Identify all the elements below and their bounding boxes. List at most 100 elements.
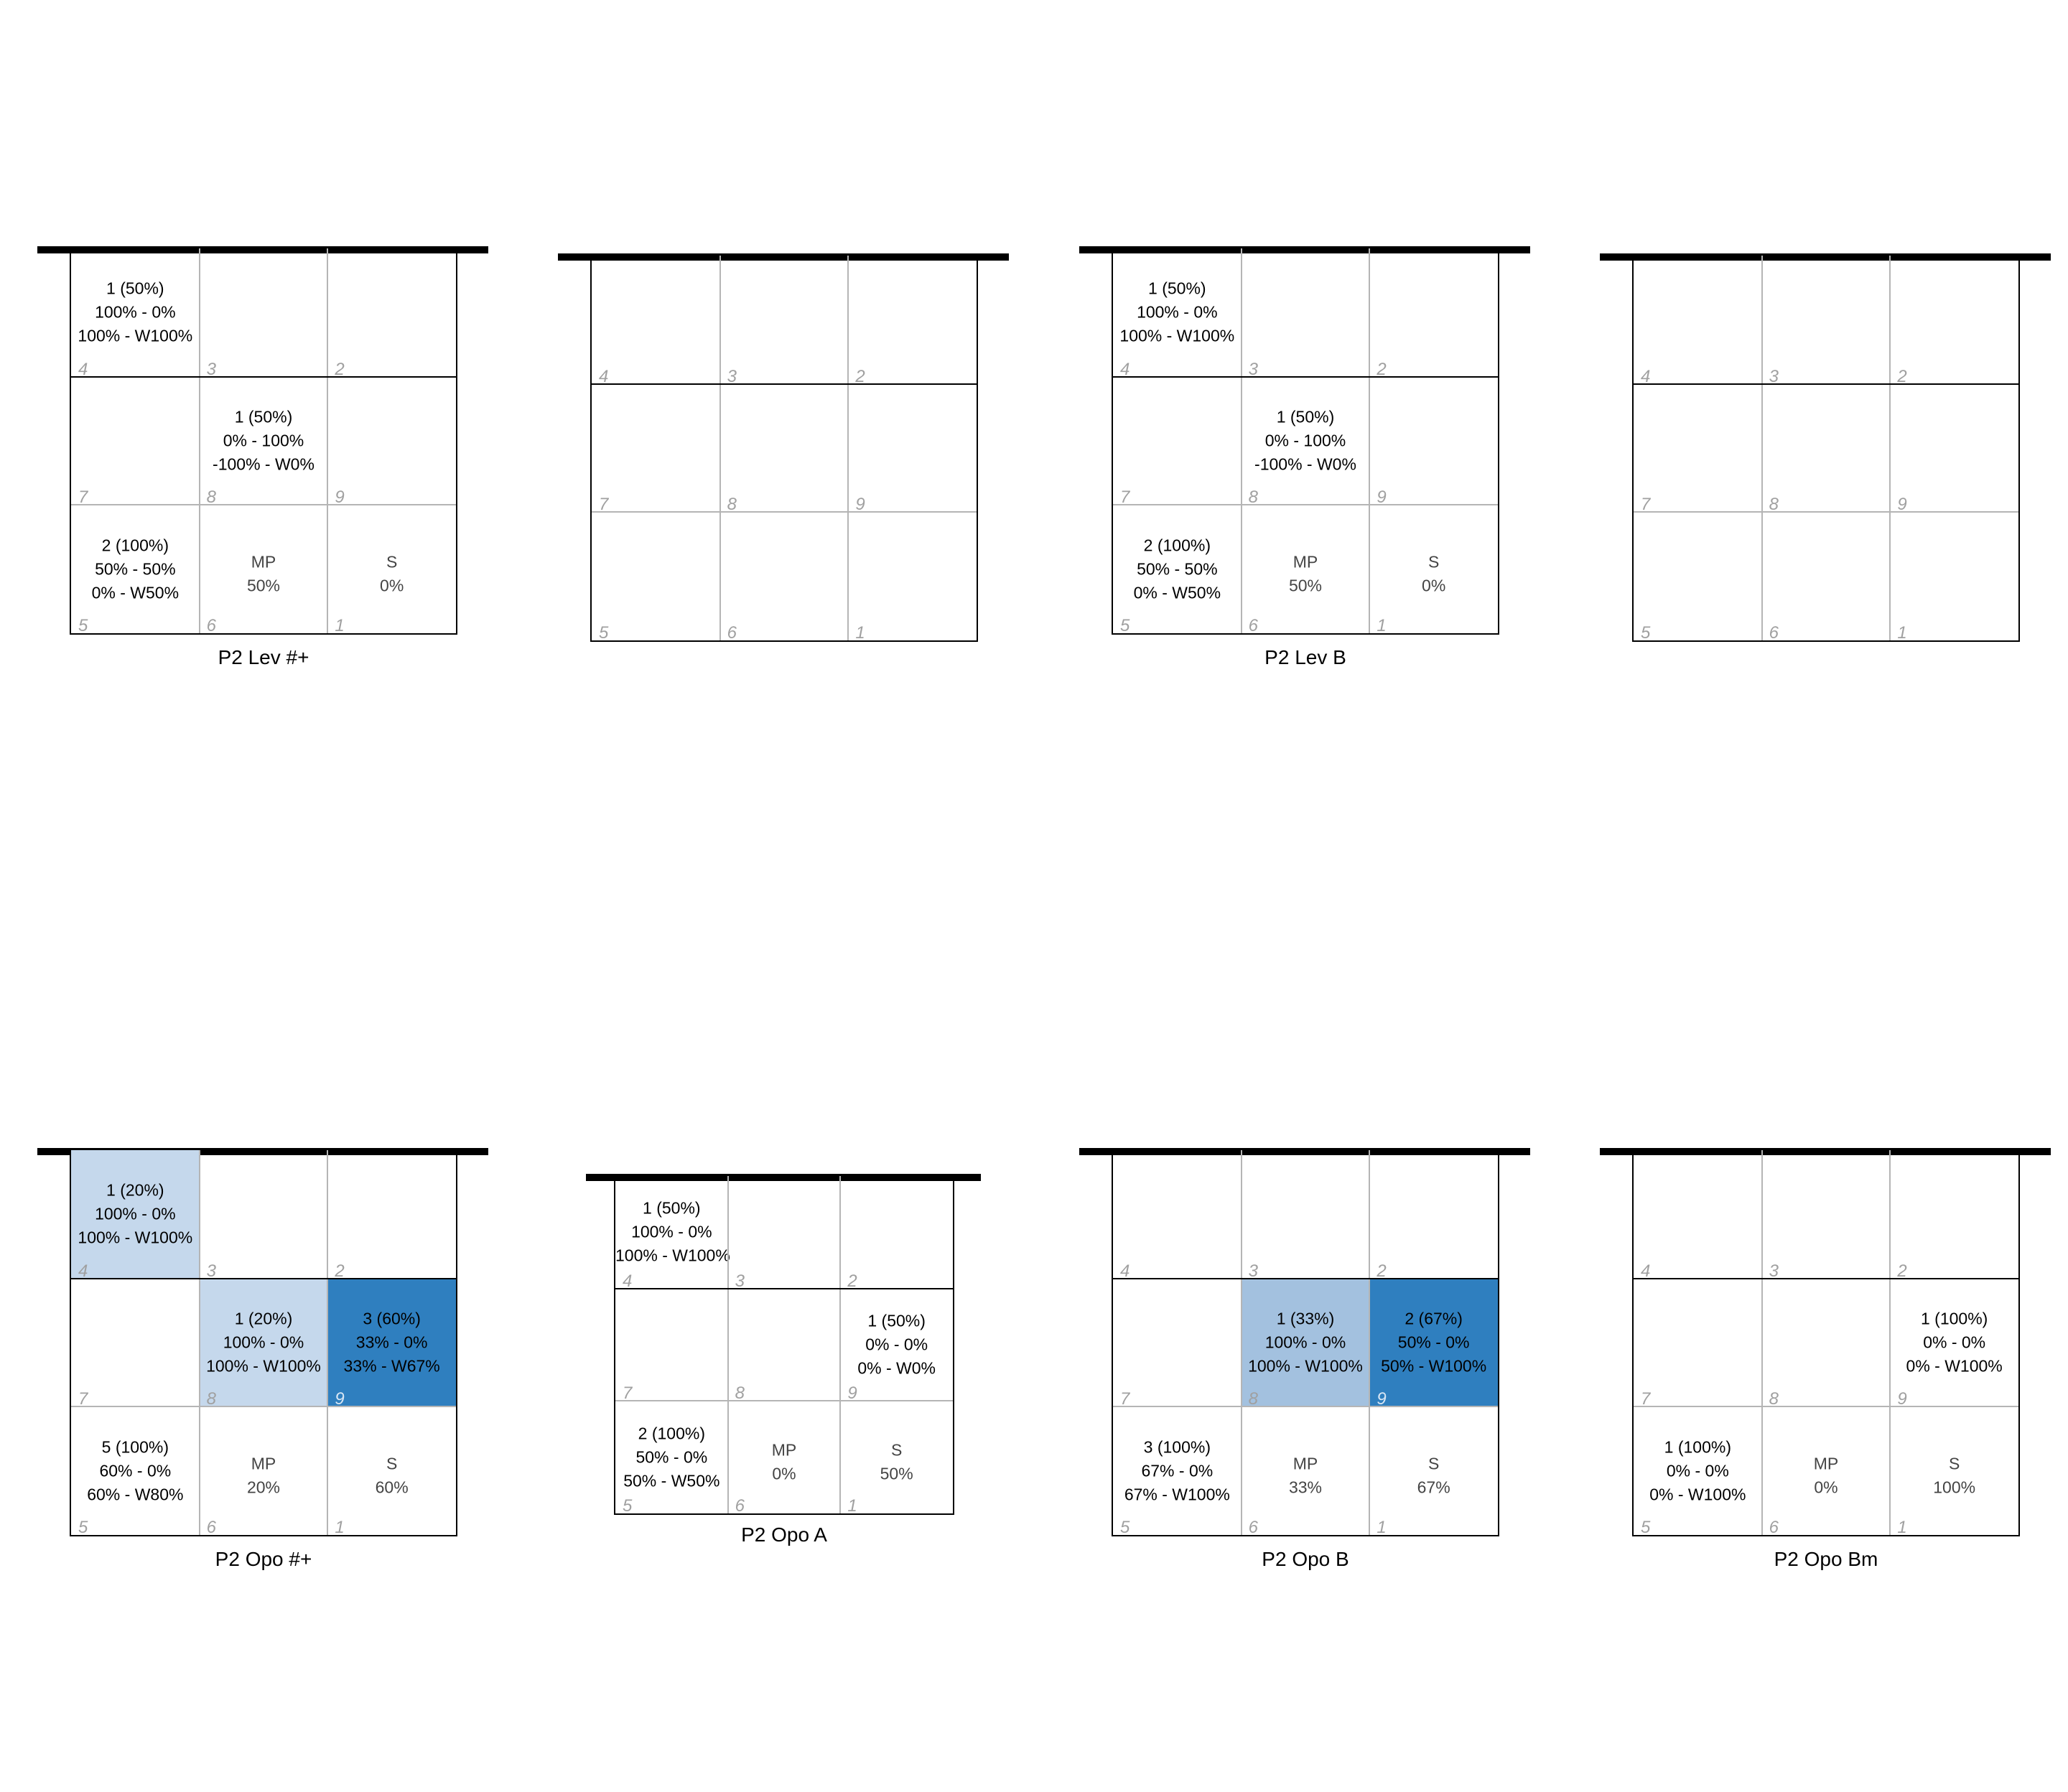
zone-stat-line: 3 (100%) <box>1143 1437 1211 1457</box>
zone-stat-line: MP <box>251 552 276 571</box>
zone-cell-4: 4 <box>592 256 720 386</box>
zone-stat-line: MP <box>771 1440 797 1460</box>
zone-stat-line: 100% - 0% <box>95 302 176 322</box>
zone-cell-6: MP 33% 6 <box>1242 1406 1370 1537</box>
zone-cell-6: MP 50% 6 <box>1242 505 1370 635</box>
zone-cell-5: 2 (100%) 50% - 0% 50% - W50% 5 <box>615 1401 728 1516</box>
zone-stat-line: 0% - W100% <box>1906 1356 2003 1376</box>
court-grid: 432781 (100%) 0% - 0% 0% - W100% 9 1 (100%) 0… <box>1632 1149 2020 1537</box>
zone-stats: MP 50% <box>1242 550 1370 597</box>
zone-cell-3: 3 <box>1242 248 1370 379</box>
zone-cell-4: 4 <box>1634 1150 1762 1281</box>
zone-stat-line: S <box>890 1440 903 1460</box>
zone-stats: 1 (33%) 100% - 0% 100% - W100% <box>1242 1307 1370 1378</box>
zone-cell-3: 3 <box>200 248 328 379</box>
zone-stat-line: 2 (100%) <box>101 536 169 555</box>
grid-divider <box>1889 1150 1891 1535</box>
zone-stats: 3 (100%) 67% - 0% 67% - W100% <box>1113 1435 1242 1506</box>
zone-stat-line: 50% - 50% <box>1137 559 1218 579</box>
zone-stats: S 60% <box>327 1452 456 1499</box>
attack-line <box>1113 1277 1498 1279</box>
zone-stat-line: 0% - W50% <box>91 583 180 602</box>
zone-cell-6: 6 <box>1762 512 1891 643</box>
zone-stats: 1 (20%) 100% - 0% 100% - W100% <box>200 1307 328 1378</box>
zone-stat-line: 2 (100%) <box>1143 536 1211 555</box>
zone-cell-5: 1 (100%) 0% - 0% 0% - W100% 5 <box>1634 1406 1762 1537</box>
zone-number: 5 <box>78 1517 88 1537</box>
zone-cell-2: 2 <box>327 1150 456 1281</box>
zone-stat-line: 100% - 0% <box>1137 302 1218 322</box>
court-chart: 1 (50%) 100% - 0% 100% - W100% 4 3 2 7 1 (50%) 0… <box>70 247 457 635</box>
zone-stat-line: 33% - 0% <box>355 1333 428 1352</box>
grid-divider <box>847 256 849 640</box>
zone-stats: 2 (100%) 50% - 0% 50% - W50% <box>615 1422 728 1493</box>
zone-stat-line: 1 (50%) <box>1276 407 1335 426</box>
zone-cell-9: 9 <box>848 384 977 514</box>
zone-number: 5 <box>623 1495 633 1516</box>
zone-stat-line: 67% - 0% <box>1141 1461 1214 1480</box>
zone-cell-8: 8 <box>728 1289 841 1403</box>
zone-stat-line: 100% - W100% <box>615 1246 730 1265</box>
court-chart: 432781 (100%) 0% - 0% 0% - W100% 9 1 (100%) 0… <box>1632 1149 2020 1537</box>
zone-number: 1 <box>855 622 865 643</box>
zone-cell-9: 1 (100%) 0% - 0% 0% - W100% 9 <box>1890 1279 2018 1409</box>
zone-stat-line: 0% <box>1422 576 1446 595</box>
zone-cell-9: 9 <box>327 377 456 507</box>
zone-stat-line: 0% - 100% <box>223 431 304 450</box>
court-grid: 1 (20%) 100% - 0% 100% - W100% 4 3 2 7 1 (20%) 1… <box>70 1149 457 1537</box>
zone-stat-line: MP <box>251 1454 276 1473</box>
zone-cell-1: S 0% 1 <box>327 505 456 635</box>
zone-stats: 2 (100%) 50% - 50% 0% - W50% <box>71 533 200 605</box>
zone-stats: 2 (67%) 50% - 0% 50% - W100% <box>1369 1307 1498 1378</box>
grid-divider <box>198 248 200 633</box>
zone-cell-4: 4 <box>1634 256 1762 386</box>
zone-stat-line: 0% - 0% <box>1666 1461 1729 1480</box>
zone-cell-5: 5 <box>1634 512 1762 643</box>
zone-cell-5: 3 (100%) 67% - 0% 67% - W100% 5 <box>1113 1406 1242 1537</box>
grid-divider <box>592 511 977 513</box>
zone-stat-line: 50% <box>1288 576 1322 595</box>
zone-cell-2: 2 <box>1890 1150 2018 1281</box>
zone-cell-2: 2 <box>840 1176 953 1291</box>
zone-cell-9: 9 <box>1890 384 2018 514</box>
zone-cell-2: 2 <box>327 248 456 379</box>
zone-stat-line: 100% - 0% <box>223 1333 304 1352</box>
zone-cell-7: 7 <box>1113 377 1242 507</box>
zone-stat-line: 1 (20%) <box>234 1309 293 1328</box>
zone-cell-7: 7 <box>615 1289 728 1403</box>
zone-cell-8: 1 (50%) 0% - 100% -100% - W0% 8 <box>1242 377 1370 507</box>
zone-stat-line: 2 (100%) <box>638 1424 705 1443</box>
court-chart: 432789 5 6 1 <box>1632 254 2020 643</box>
zone-stat-line: MP <box>1813 1454 1839 1473</box>
zone-stat-line: 60% - W80% <box>87 1485 184 1504</box>
court-chart: 1 (50%) 100% - 0% 100% - W100% 4 3 2 7 8 1 (50%)… <box>614 1175 954 1516</box>
zone-stat-line: S <box>1948 1454 1960 1473</box>
attack-line <box>1113 375 1498 378</box>
zone-stats: MP 0% <box>728 1438 841 1485</box>
zone-stat-line: 50% - W50% <box>623 1471 720 1490</box>
grid-divider <box>1240 1150 1242 1535</box>
zone-cell-8: 1 (33%) 100% - 0% 100% - W100% 8 <box>1241 1278 1370 1409</box>
grid-divider <box>1634 1406 2018 1408</box>
zone-stats: MP 0% <box>1762 1452 1891 1499</box>
zone-stat-line: 0% - W100% <box>1649 1485 1746 1504</box>
court-chart: 432789 5 6 1 <box>590 254 978 643</box>
zone-cell-2: 2 <box>848 256 977 386</box>
court-chart: 1 (50%) 100% - 0% 100% - W100% 4 3 2 7 1 (50%) 0… <box>1112 247 1499 635</box>
zone-stat-line: 100% - W100% <box>1119 326 1235 345</box>
zone-stat-line: S <box>386 552 398 571</box>
zone-number: 5 <box>1120 1517 1130 1537</box>
zone-cell-8: 8 <box>720 384 849 514</box>
zone-stats: 2 (100%) 50% - 50% 0% - W50% <box>1113 533 1242 605</box>
chart-title: P2 Opo #+ <box>215 1548 312 1570</box>
zone-stats: 1 (50%) 0% - 100% -100% - W0% <box>200 405 328 476</box>
zone-cell-2: 2 <box>1369 1150 1498 1281</box>
zone-stat-line: 0% <box>772 1464 796 1483</box>
zone-cell-9: 3 (60%) 33% - 0% 33% - W67% 9 <box>327 1278 456 1409</box>
zone-stats: 1 (50%) 100% - 0% 100% - W100% <box>615 1197 730 1268</box>
zone-stat-line: 0% <box>380 576 404 595</box>
zone-number: 1 <box>847 1495 857 1516</box>
zone-stat-line: MP <box>1292 552 1318 571</box>
zone-cell-1: S 0% 1 <box>1369 505 1498 635</box>
grid-divider <box>727 1176 729 1513</box>
